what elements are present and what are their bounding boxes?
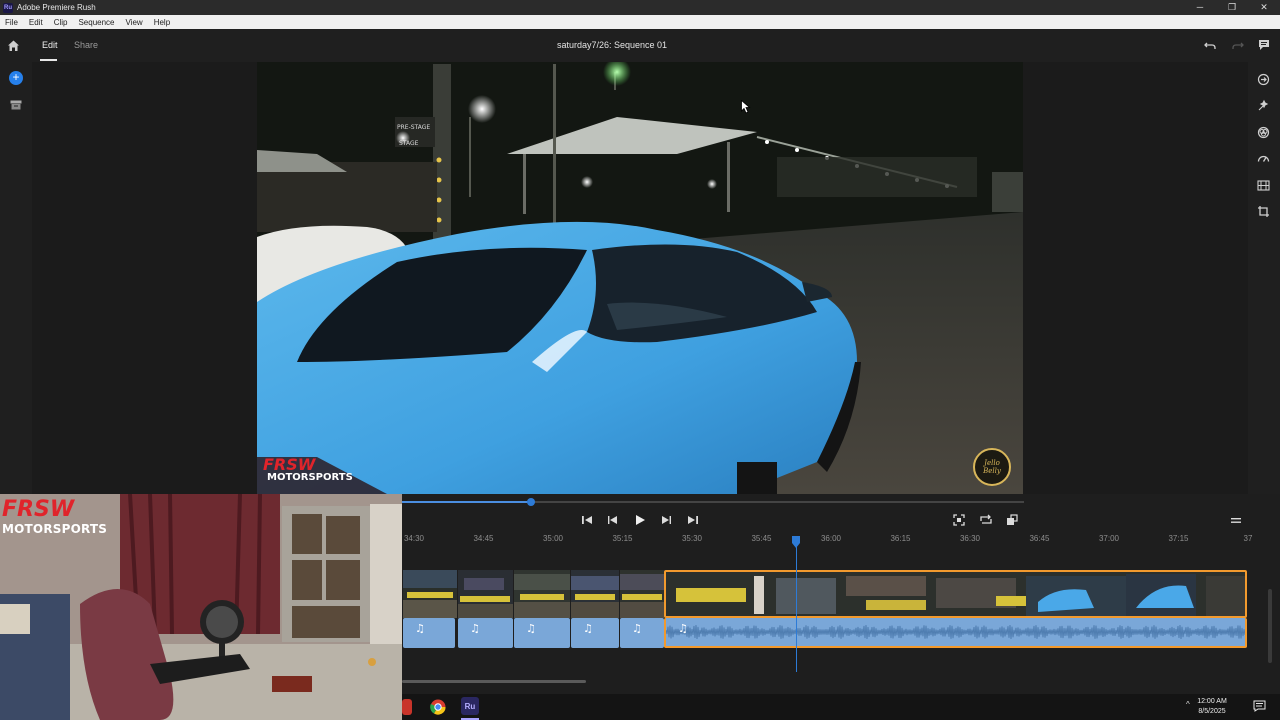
video-clip[interactable] (458, 570, 513, 618)
transitions-icon[interactable] (1257, 73, 1270, 86)
tray-date: 8/5/2025 (1198, 708, 1226, 715)
tray-clock[interactable]: 12:00 AM 8/5/2025 (1192, 697, 1232, 717)
play-icon[interactable] (633, 513, 647, 527)
menu-bar: File Edit Clip Sequence View Help (0, 15, 1280, 29)
restore-button[interactable]: ❐ (1216, 0, 1248, 15)
audio-track: ♫ ♫ ♫ ♫ ♫ ♫ (402, 618, 1247, 649)
time-ruler[interactable]: 34:30 34:45 35:00 35:15 35:30 35:45 36:00 36:15… (402, 534, 1280, 550)
ruler-tick-label: 36:30 (959, 534, 981, 543)
premiere-rush-app-icon: Ru (3, 2, 13, 13)
audio-glyph-icon: ♫ (583, 622, 593, 635)
fullscreen-icon[interactable] (1005, 513, 1019, 527)
video-frame: PRE-STAGE STAGE FRSW (257, 62, 1023, 494)
notification-icon[interactable] (1253, 700, 1266, 712)
video-clip[interactable] (514, 570, 570, 618)
audio-glyph-icon: ♫ (678, 622, 688, 635)
ruler-tick-label: 34:30 (403, 534, 425, 543)
ruler-tick-label: 37 (1243, 534, 1253, 543)
scrubber-handle[interactable] (527, 498, 536, 506)
audio-clip[interactable]: ♫ (514, 618, 570, 648)
audio-glyph-icon: ♫ (415, 622, 425, 635)
ruler-tick-label: 37:15 (1168, 534, 1189, 543)
ruler-tick-label: 35:30 (681, 534, 703, 543)
timeline-panel: 34:30 34:45 35:00 35:15 35:30 35:45 36:00 36:15… (402, 494, 1280, 694)
svg-text:PRE-STAGE: PRE-STAGE (397, 124, 430, 131)
active-tab-indicator (40, 59, 57, 61)
video-clip[interactable] (620, 570, 664, 618)
ruler-tick-label: 36:15 (890, 534, 911, 543)
ruler-tick-label: 37:00 (1098, 534, 1120, 543)
menu-file[interactable]: File (0, 18, 24, 27)
desktop: Ru Adobe Premiere Rush ─ ❐ ✕ File Edit C… (0, 0, 1280, 720)
mouse-cursor-icon (741, 100, 751, 114)
video-clip-selected[interactable] (664, 570, 1247, 618)
tray-chevron-icon[interactable]: ^ (1186, 700, 1190, 709)
step-back-icon[interactable] (606, 513, 620, 527)
left-rail: + (0, 62, 32, 494)
webcam-overlay: FRSW MOTORSPORTS (0, 494, 402, 720)
audio-glyph-icon: ♫ (526, 622, 536, 635)
timeline-vertical-scrollbar[interactable] (1268, 589, 1272, 663)
add-media-icon[interactable]: + (9, 71, 23, 85)
audio-clip[interactable]: ♫ (571, 618, 619, 648)
ruler-tick-label: 35:45 (751, 534, 772, 543)
color-icon[interactable] (1257, 126, 1270, 139)
video-clip[interactable] (403, 570, 457, 618)
comment-icon[interactable] (1258, 39, 1270, 51)
playhead (796, 546, 798, 672)
audio-clip[interactable]: ♫ (458, 618, 513, 648)
taskbar-app-icon[interactable] (402, 699, 412, 715)
ruler-tick-label: 35:15 (612, 534, 633, 543)
ruler-tick-label: 36:45 (1029, 534, 1050, 543)
right-rail (1248, 62, 1280, 494)
sequence-title: saturday7/26: Sequence 01 (556, 40, 668, 50)
scrubber-progress (402, 501, 532, 503)
webcam-watermark: MOTORSPORTS (2, 522, 108, 536)
media-library-icon[interactable] (10, 100, 22, 110)
video-track (402, 570, 1247, 618)
menu-view[interactable]: View (121, 18, 149, 27)
audio-clip[interactable]: ♫ (403, 618, 455, 648)
menu-help[interactable]: Help (149, 18, 176, 27)
video-clip[interactable] (571, 570, 619, 618)
ruler-tick-label: 35:00 (542, 534, 564, 543)
video-watermark: MOTORSPORTS (267, 472, 353, 483)
audio-clip[interactable]: ♫ (620, 618, 664, 648)
video-preview[interactable]: PRE-STAGE STAGE FRSW MOTORSPORTS Jello B… (257, 62, 1023, 494)
menu-edit[interactable]: Edit (24, 18, 49, 27)
timeline-horizontal-scrollbar[interactable] (402, 680, 586, 683)
app-header: Edit Share saturday7/26: Sequence 01 (0, 29, 1280, 62)
undo-icon[interactable] (1204, 39, 1216, 51)
transform-icon[interactable] (1257, 205, 1270, 218)
tray-time: 12:00 AM (1197, 698, 1227, 705)
minimize-button[interactable]: ─ (1184, 0, 1216, 15)
menu-sequence[interactable]: Sequence (73, 18, 120, 27)
ruler-tick-label: 36:00 (820, 534, 842, 543)
window-title: Adobe Premiere Rush (17, 3, 96, 12)
chrome-icon[interactable] (430, 699, 446, 715)
audio-icon[interactable] (1257, 179, 1270, 192)
audio-glyph-icon: ♫ (470, 622, 480, 635)
audio-clip-selected[interactable]: ♫ (664, 618, 1247, 648)
ruler-tick-label: 34:45 (473, 534, 494, 543)
skip-forward-icon[interactable] (686, 513, 700, 527)
menu-clip[interactable]: Clip (49, 18, 74, 27)
step-forward-icon[interactable] (659, 513, 673, 527)
redo-icon[interactable] (1232, 39, 1244, 51)
preview-scrubber[interactable] (402, 498, 1024, 506)
window-controls: ─ ❐ ✕ (1184, 0, 1280, 15)
corner-logo: Jello Belly (973, 448, 1011, 486)
skip-back-icon[interactable] (580, 513, 594, 527)
premiere-rush-taskbar-button[interactable]: Ru (461, 697, 479, 715)
audio-glyph-icon: ♫ (632, 622, 642, 635)
window-title-bar: Ru Adobe Premiere Rush ─ ❐ ✕ (0, 0, 1280, 15)
speed-icon[interactable] (1257, 152, 1270, 165)
fit-icon[interactable] (952, 513, 966, 527)
svg-text:FRSW: FRSW (2, 497, 76, 522)
loop-icon[interactable] (979, 513, 993, 527)
close-button[interactable]: ✕ (1248, 0, 1280, 15)
windows-taskbar: Ru ^ 12:00 AM 8/5/2025 (402, 694, 1280, 720)
effects-icon[interactable] (1257, 99, 1270, 112)
timeline-menu-icon[interactable] (1231, 516, 1241, 525)
